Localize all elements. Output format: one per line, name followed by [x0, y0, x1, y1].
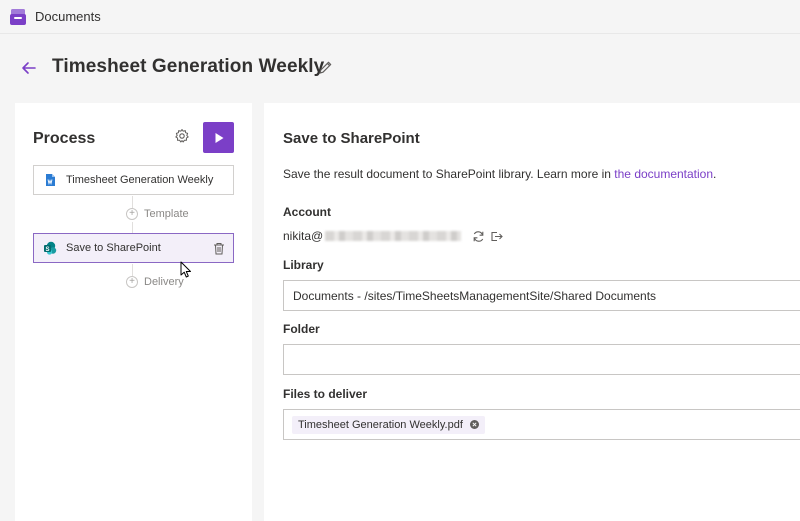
title-row: Timesheet Generation Weekly [0, 50, 800, 86]
redacted-email [325, 231, 462, 241]
step-label: Timesheet Generation Weekly [66, 174, 214, 186]
connector-line [132, 222, 133, 233]
sharepoint-icon: S [43, 241, 57, 255]
account-label: Account [283, 205, 331, 219]
step-detail-panel: Save to SharePoint Save the result docum… [264, 103, 800, 521]
files-to-deliver-label: Files to deliver [283, 387, 368, 401]
add-delivery-connector[interactable]: + Delivery [126, 276, 184, 288]
connector-label: Template [144, 208, 189, 220]
step-label: Save to SharePoint [66, 242, 161, 254]
connector-line [132, 196, 133, 208]
sign-out-icon[interactable] [490, 230, 503, 243]
add-template-connector[interactable]: + Template [126, 208, 189, 220]
word-document-icon [43, 173, 57, 187]
pencil-icon[interactable] [318, 60, 333, 75]
documents-app-icon [9, 8, 27, 26]
folder-label: Folder [283, 322, 320, 336]
detail-title: Save to SharePoint [283, 130, 420, 147]
files-to-deliver-field[interactable]: Timesheet Generation Weekly.pdf [283, 409, 800, 440]
account-row: nikita@ [283, 229, 503, 243]
folder-field[interactable] [283, 344, 800, 375]
library-value: Documents - /sites/TimeSheetsManagementS… [293, 288, 657, 303]
process-panel: Process Timesheet Generation Weekly + Te… [15, 103, 252, 521]
play-icon [215, 132, 223, 143]
documentation-link[interactable]: the documentation [614, 167, 713, 181]
app-name: Documents [35, 9, 101, 24]
arrow-left-icon[interactable] [20, 59, 38, 77]
process-title: Process [33, 130, 96, 147]
file-chip-label: Timesheet Generation Weekly.pdf [298, 418, 463, 431]
svg-text:S: S [45, 247, 49, 253]
trash-icon[interactable] [213, 242, 225, 255]
file-chip[interactable]: Timesheet Generation Weekly.pdf [292, 415, 485, 434]
connector-label: Delivery [144, 276, 184, 288]
description-end: . [713, 167, 717, 181]
plus-icon: + [126, 276, 138, 288]
page-title: Timesheet Generation Weekly [52, 56, 325, 77]
account-value: nikita@ [283, 229, 324, 243]
run-button[interactable] [203, 122, 234, 153]
connector-line [132, 264, 133, 276]
detail-description: Save the result document to SharePoint l… [283, 167, 716, 181]
library-field[interactable]: Documents - /sites/TimeSheetsManagementS… [283, 280, 800, 311]
remove-file-icon[interactable] [469, 420, 479, 429]
plus-icon: + [126, 208, 138, 220]
top-bar: Documents [0, 0, 800, 34]
description-text: Save the result document to SharePoint l… [283, 167, 615, 181]
step-save-to-sharepoint[interactable]: S Save to SharePoint [33, 233, 234, 263]
library-label: Library [283, 258, 324, 272]
gear-icon[interactable] [174, 128, 190, 144]
step-timesheet-generation[interactable]: Timesheet Generation Weekly [33, 165, 234, 195]
refresh-icon[interactable] [472, 230, 485, 243]
